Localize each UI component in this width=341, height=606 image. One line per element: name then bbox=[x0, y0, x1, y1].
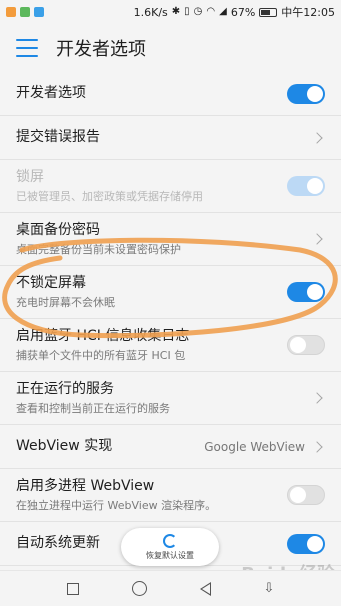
row-texts: WebView 实现 bbox=[16, 437, 112, 456]
row-title: 自动系统更新 bbox=[16, 535, 100, 551]
row-title: 启用蓝牙 HCI 信息收集日志 bbox=[16, 327, 190, 344]
status-right: 1.6K/s ✱ ▯ ◷ ◠ ◢ 67% 中午12:05 bbox=[134, 4, 335, 20]
row-title: 桌面备份密码 bbox=[16, 221, 100, 238]
toggle-switch bbox=[287, 176, 325, 196]
row-subtitle: 查看和控制当前正在运行的服务 bbox=[16, 401, 170, 415]
settings-row[interactable]: 正在运行的服务查看和控制当前正在运行的服务 bbox=[0, 372, 341, 425]
row-subtitle: 桌面完整备份当前未设置密码保护 bbox=[16, 242, 181, 256]
settings-row[interactable]: 桌面备份密码桌面完整备份当前未设置密码保护 bbox=[0, 213, 341, 266]
bluetooth-icon: ✱ bbox=[171, 6, 181, 17]
row-title: 提交错误报告 bbox=[16, 129, 100, 145]
row-control bbox=[311, 392, 325, 404]
row-subtitle: 在独立进程中运行 WebView 渲染程序。 bbox=[16, 498, 217, 512]
notification-pull-icon[interactable]: ⇩ bbox=[264, 581, 275, 596]
row-title: 启用多进程 WebView bbox=[16, 477, 155, 494]
row-subtitle: 捕获单个文件中的所有蓝牙 HCI 包 bbox=[16, 348, 186, 362]
app-notification-icon bbox=[20, 7, 30, 17]
page-title: 开发者选项 bbox=[56, 39, 146, 60]
chevron-right-icon bbox=[311, 131, 323, 144]
row-control: Google WebView bbox=[204, 440, 325, 454]
toggle-switch[interactable] bbox=[287, 282, 325, 302]
chevron-right-icon bbox=[311, 392, 323, 404]
vibrate-icon: ▯ bbox=[184, 6, 190, 17]
row-texts: 自动系统更新 bbox=[16, 534, 100, 553]
row-texts: 锁屏已被管理员、加密政策或凭据存储停用 bbox=[16, 168, 203, 205]
battery-percent: 67% bbox=[230, 5, 256, 19]
row-control bbox=[287, 485, 325, 505]
settings-row[interactable]: WebView 实现 Google WebView bbox=[0, 425, 341, 469]
status-left bbox=[6, 7, 44, 17]
alarm-icon: ◷ bbox=[193, 6, 203, 17]
row-control bbox=[287, 176, 325, 196]
row-control bbox=[287, 282, 325, 302]
toggle-switch[interactable] bbox=[287, 533, 325, 554]
chevron-right-icon bbox=[311, 233, 323, 245]
clock: 中午12:05 bbox=[281, 6, 335, 19]
network-speed: 1.6K/s bbox=[133, 5, 168, 19]
toggle-knob bbox=[307, 535, 323, 552]
menu-icon[interactable] bbox=[16, 39, 38, 57]
row-subtitle: 充电时屏幕不会休眠 bbox=[16, 295, 115, 309]
back-button[interactable] bbox=[199, 581, 211, 596]
settings-list: 开发者选项提交错误报告 锁屏已被管理员、加密政策或凭据存储停用 桌面备份密码桌面完整… bbox=[0, 72, 341, 570]
row-title: 不锁定屏幕 bbox=[16, 274, 86, 291]
restore-defaults-label: 恢复默认设置 bbox=[146, 550, 194, 560]
settings-row[interactable]: 提交错误报告 bbox=[0, 116, 341, 160]
row-control bbox=[287, 335, 325, 355]
app-notification-icon bbox=[34, 7, 44, 17]
settings-row[interactable]: 开发者选项 bbox=[0, 72, 341, 116]
refresh-icon bbox=[163, 533, 177, 548]
row-texts: 提交错误报告 bbox=[16, 128, 100, 147]
chevron-right-icon bbox=[311, 440, 323, 453]
settings-row[interactable]: 不锁定屏幕充电时屏幕不会休眠 bbox=[0, 266, 341, 319]
app-bar: 开发者选项 bbox=[0, 24, 341, 72]
row-control bbox=[287, 533, 325, 554]
restore-defaults-button[interactable]: 恢复默认设置 bbox=[121, 528, 219, 566]
toggle-switch[interactable] bbox=[287, 485, 325, 505]
row-control bbox=[311, 233, 325, 245]
toggle-switch[interactable] bbox=[287, 335, 325, 355]
row-texts: 正在运行的服务查看和控制当前正在运行的服务 bbox=[16, 380, 170, 417]
toggle-knob bbox=[290, 487, 306, 503]
recents-button[interactable] bbox=[66, 582, 79, 595]
row-value: Google WebView bbox=[204, 439, 305, 454]
row-title: 锁屏 bbox=[16, 168, 44, 185]
navigation-bar: ⇩ bbox=[0, 570, 341, 606]
toggle-knob bbox=[307, 284, 323, 300]
settings-row[interactable]: 启用蓝牙 HCI 信息收集日志 捕获单个文件中的所有蓝牙 HCI 包 bbox=[0, 319, 341, 372]
row-title: 正在运行的服务 bbox=[16, 380, 114, 397]
row-texts: 启用蓝牙 HCI 信息收集日志 捕获单个文件中的所有蓝牙 HCI 包 bbox=[16, 327, 189, 364]
row-texts: 启用多进程 WebView 在独立进程中运行 WebView 渲染程序。 bbox=[16, 477, 216, 514]
home-button[interactable] bbox=[131, 581, 147, 596]
toggle-switch[interactable] bbox=[287, 83, 325, 104]
row-texts: 桌面备份密码桌面完整备份当前未设置密码保护 bbox=[16, 221, 181, 258]
row-title: WebView 实现 bbox=[16, 438, 113, 454]
signal-icon: ◢ bbox=[219, 6, 227, 17]
app-notification-icon bbox=[6, 7, 16, 17]
toggle-knob bbox=[307, 178, 323, 194]
row-texts: 开发者选项 bbox=[16, 84, 86, 103]
row-texts: 不锁定屏幕充电时屏幕不会休眠 bbox=[16, 274, 115, 311]
settings-row[interactable]: 启用多进程 WebView 在独立进程中运行 WebView 渲染程序。 bbox=[0, 469, 341, 522]
settings-row[interactable]: 锁屏已被管理员、加密政策或凭据存储停用 bbox=[0, 160, 341, 213]
wifi-icon: ◠ bbox=[206, 6, 216, 17]
row-subtitle: 已被管理员、加密政策或凭据存储停用 bbox=[16, 189, 203, 203]
toggle-knob bbox=[307, 85, 323, 102]
status-bar: 1.6K/s ✱ ▯ ◷ ◠ ◢ 67% 中午12:05 bbox=[0, 0, 341, 24]
row-title: 开发者选项 bbox=[16, 85, 86, 101]
row-control bbox=[287, 83, 325, 104]
toggle-knob bbox=[290, 337, 306, 353]
row-control bbox=[311, 131, 325, 144]
battery-icon bbox=[259, 7, 278, 17]
